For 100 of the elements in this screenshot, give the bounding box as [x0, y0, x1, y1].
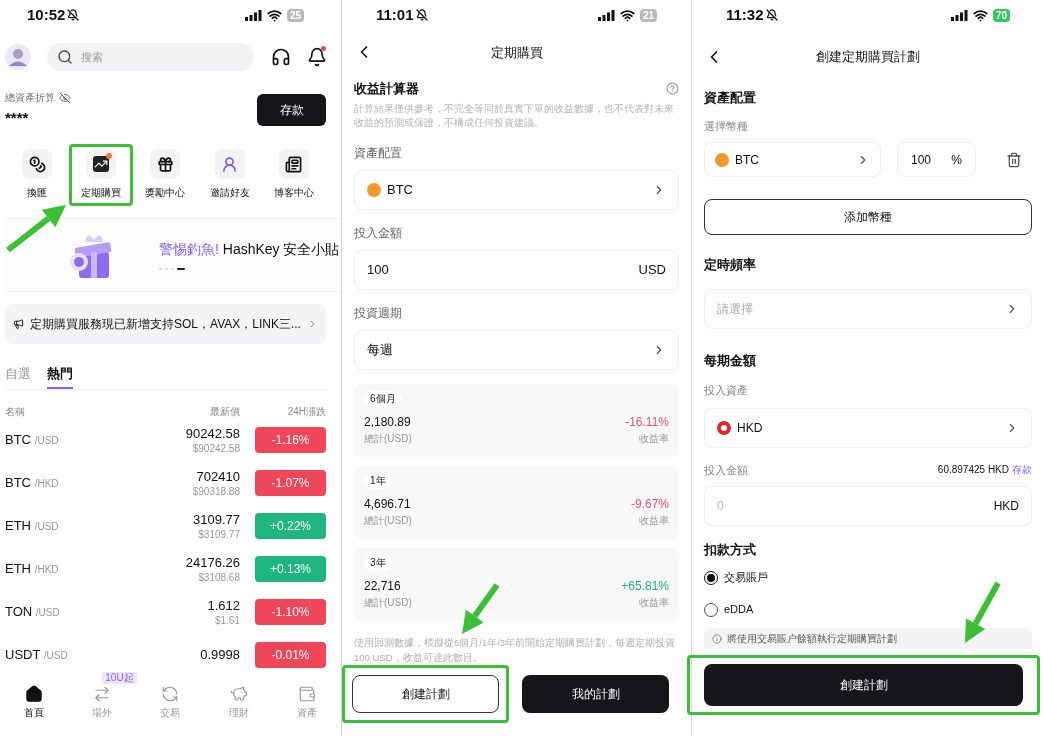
last-price: 3109.77: [193, 511, 240, 528]
chart-icon: [86, 149, 117, 179]
delete-icon[interactable]: [1006, 151, 1022, 168]
asset-select[interactable]: HKD: [704, 407, 1032, 448]
avatar[interactable]: [5, 44, 31, 70]
create-plan-button[interactable]: 創建計劃: [704, 663, 1023, 706]
nav-tab[interactable]: 首頁: [0, 672, 69, 720]
return-rate: -9.67%: [630, 496, 669, 513]
period-tag: 6個月: [364, 391, 402, 407]
payment-option[interactable]: eDDA: [704, 599, 1032, 620]
market-tab[interactable]: 熱門: [47, 361, 73, 389]
amount-input[interactable]: 0: [717, 497, 994, 515]
fiat-price: $90242.58: [192, 441, 240, 455]
deposit-button[interactable]: 存款: [257, 93, 326, 126]
pair-name[interactable]: TON /USD: [5, 602, 208, 622]
wifi-icon: [619, 7, 635, 23]
bell-icon[interactable]: [307, 47, 327, 67]
total-value: 2,180.89: [364, 414, 411, 431]
deposit-link[interactable]: 存款: [1012, 462, 1032, 478]
banner-headline: 警惕釣魚! HashKey 安全小貼: [159, 240, 340, 259]
pair-name[interactable]: BTC /HKD: [5, 473, 193, 493]
home-icon: [25, 685, 44, 703]
my-plans-button[interactable]: 我的計劃: [522, 675, 669, 713]
coin-icon: [367, 183, 381, 197]
field-label: 投入金額: [354, 225, 403, 242]
section-title: 收益計算器: [354, 79, 419, 98]
last-price: 24176.26: [185, 554, 240, 571]
shortcut-button[interactable]: 獎勵中心: [133, 143, 198, 206]
search-icon: [57, 49, 73, 65]
hide-icon[interactable]: [59, 91, 71, 104]
total-label: 總計(USD): [364, 514, 412, 528]
period-tag: 3年: [364, 555, 392, 571]
screen-title: 創建定期購買計劃: [815, 48, 921, 67]
piggy-bank-icon: [229, 685, 248, 703]
percent-field[interactable]: 100 %: [897, 142, 976, 177]
wallet-icon: [297, 685, 316, 703]
return-rate: -16.11%: [625, 414, 669, 431]
battery-indicator: 70: [992, 8, 1010, 22]
notice-bar[interactable]: 定期購買服務現已新增支持SOL，AVAX，LINK三...: [5, 303, 326, 344]
person-icon: [214, 149, 245, 179]
pair-name[interactable]: BTC /USD: [5, 430, 186, 450]
status-time: 10:52: [27, 4, 66, 25]
amount-field[interactable]: 0 HKD: [704, 486, 1032, 526]
screen-title: 定期購買: [489, 43, 544, 62]
search-input[interactable]: 搜索: [81, 48, 231, 66]
signal-icon: [950, 9, 968, 21]
pointer-arrow: [965, 581, 1001, 643]
total-value: 4,696.71: [364, 496, 411, 513]
select-field[interactable]: BTC: [354, 170, 679, 210]
pointer-arrow: [462, 583, 500, 634]
coin-select[interactable]: BTC: [704, 142, 881, 177]
create-plan-button[interactable]: 創建計劃: [352, 675, 499, 713]
document-icon: [278, 149, 309, 179]
total-label: 總計(USD): [364, 432, 412, 446]
help-icon[interactable]: [666, 81, 679, 95]
balance-text: 60.897425 HKD: [937, 463, 1009, 478]
flag-icon: [717, 420, 731, 435]
last-price: 0.9998: [200, 647, 240, 663]
nav-tab[interactable]: 10U起 場外: [68, 672, 137, 720]
shortcut-button[interactable]: 換匯: [5, 143, 70, 206]
amount-field[interactable]: 100 USD: [354, 250, 679, 290]
field-label: 選擇幣種: [704, 118, 749, 134]
change-badge: -1.07%: [255, 470, 326, 496]
select-field[interactable]: 每週: [354, 330, 679, 370]
add-coin-button[interactable]: 添加幣種: [704, 199, 1032, 235]
coins-icon: [22, 149, 53, 179]
gift-icon: [150, 149, 181, 179]
search-field[interactable]: 搜索: [47, 43, 254, 71]
section-title: 每期金額: [704, 351, 757, 370]
battery-indicator: 25: [286, 8, 304, 22]
pointer-arrow: [6, 205, 66, 253]
pair-name[interactable]: USDT /USD: [5, 645, 201, 665]
change-badge: +0.22%: [255, 513, 326, 539]
payment-option[interactable]: 交易賬戶: [704, 567, 1032, 588]
assets-value: ****: [5, 108, 30, 128]
fiat-price: $1.61: [214, 613, 240, 627]
total-value: 22,716: [364, 578, 401, 595]
rate-label: 收益率: [639, 432, 669, 446]
period-tag: 1年: [364, 473, 392, 489]
field-label: 投入資產: [704, 383, 749, 398]
megaphone-icon: [13, 316, 25, 331]
last-price: 702410: [196, 468, 240, 485]
column-header: 24H漲跌: [286, 404, 326, 419]
pair-name[interactable]: ETH /HKD: [5, 559, 186, 579]
wifi-icon: [972, 7, 988, 23]
pair-name[interactable]: ETH /USD: [5, 516, 193, 536]
headset-icon[interactable]: [271, 47, 291, 67]
silent-icon: [765, 9, 778, 21]
column-header: 最新價: [210, 404, 240, 419]
return-rate: +65.81%: [621, 578, 669, 595]
assets-label: 總資產折算: [5, 91, 55, 105]
column-header: 名稱: [5, 404, 26, 419]
field-label: 投資週期: [354, 305, 403, 322]
coin-icon: [715, 152, 729, 167]
field-label: 投入金額: [704, 462, 749, 478]
shortcut-button[interactable]: 定期購買: [69, 143, 134, 206]
shortcut-button[interactable]: 邀請好友: [197, 143, 262, 206]
shortcut-button[interactable]: 博客中心: [261, 143, 326, 206]
last-price: 1.612: [207, 597, 240, 614]
signal-icon: [597, 9, 615, 21]
